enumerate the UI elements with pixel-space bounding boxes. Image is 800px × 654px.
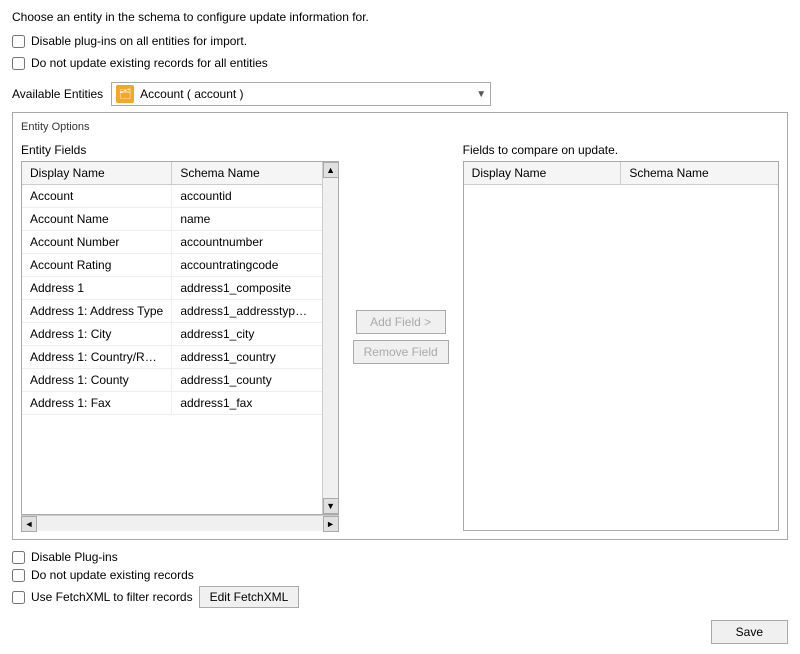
top-description: Choose an entity in the schema to config… <box>12 10 788 24</box>
entity-fields-panel: Entity Fields Display Name Schema Name A… <box>21 143 339 531</box>
schema-name-cell: address1_county <box>172 369 321 391</box>
compare-table-body <box>464 185 778 530</box>
horizontal-scrollbar: ◄ ► <box>21 515 339 531</box>
save-button[interactable]: Save <box>711 620 788 644</box>
schema-name-cell: address1_addresstypecc <box>172 300 321 322</box>
disable-plugins-label: Disable Plug-ins <box>31 550 118 564</box>
display-name-cell: Address 1 <box>22 277 172 299</box>
no-update-label: Do not update existing records <box>31 568 194 582</box>
compare-col1: Display Name <box>464 162 622 184</box>
schema-name-cell: address1_composite <box>172 277 321 299</box>
add-remove-buttons: Add Field > Remove Field <box>347 143 455 531</box>
table-row[interactable]: Account Numberaccountnumber <box>22 231 322 254</box>
no-update-global-label: Do not update existing records for all e… <box>31 56 268 70</box>
fields-compare-panel: Fields to compare on update. Display Nam… <box>463 143 779 531</box>
disable-plugins-global-label: Disable plug-ins on all entities for imp… <box>31 34 247 48</box>
table-row[interactable]: Address 1address1_composite <box>22 277 322 300</box>
entity-fields-header: Display Name Schema Name <box>22 162 322 185</box>
table-row[interactable]: Address 1: Address Typeaddress1_addresst… <box>22 300 322 323</box>
disable-plugins-global-checkbox[interactable] <box>12 35 25 48</box>
entity-fields-col2: Schema Name <box>172 162 321 184</box>
fetchxml-row: Use FetchXML to filter records Edit Fetc… <box>12 586 788 608</box>
disable-plugins-checkbox[interactable] <box>12 551 25 564</box>
display-name-cell: Address 1: Fax <box>22 392 172 414</box>
scroll-left-button[interactable]: ◄ <box>21 516 37 532</box>
entity-fields-rows-area: Display Name Schema Name Accountaccounti… <box>22 162 322 514</box>
display-name-cell: Account Rating <box>22 254 172 276</box>
table-row[interactable]: Address 1: Country/Regionaddress1_countr… <box>22 346 322 369</box>
available-entities-label: Available Entities <box>12 87 103 101</box>
entity-options-label: Entity Options <box>21 121 779 133</box>
entity-fields-title: Entity Fields <box>21 143 339 157</box>
scroll-track <box>323 178 338 498</box>
entity-options-box: Entity Options Entity Fields Display Nam… <box>12 112 788 540</box>
schema-name-cell: address1_country <box>172 346 321 368</box>
schema-name-cell: accountid <box>172 185 321 207</box>
remove-field-button[interactable]: Remove Field <box>353 340 449 364</box>
bottom-options: Disable Plug-ins Do not update existing … <box>12 550 788 608</box>
fields-compare-table: Display Name Schema Name <box>463 161 779 531</box>
display-name-cell: Address 1: Address Type <box>22 300 172 322</box>
schema-name-cell: name <box>172 208 321 230</box>
display-name-cell: Address 1: City <box>22 323 172 345</box>
vertical-scrollbar: ▲ ▼ <box>322 162 338 514</box>
entity-fields-table-wrapper: Display Name Schema Name Accountaccounti… <box>21 161 339 531</box>
scroll-right-button[interactable]: ► <box>323 516 339 532</box>
table-row[interactable]: Account Namename <box>22 208 322 231</box>
fields-compare-header: Display Name Schema Name <box>464 162 778 185</box>
entity-fields-col1: Display Name <box>22 162 172 184</box>
display-name-cell: Account <box>22 185 172 207</box>
available-entities-row: Available Entities 🗂 Account ( account )… <box>12 82 788 106</box>
scroll-up-button[interactable]: ▲ <box>323 162 339 178</box>
disable-plugins-row: Disable Plug-ins <box>12 550 788 564</box>
entity-fields-body: AccountaccountidAccount NamenameAccount … <box>22 185 322 415</box>
schema-name-cell: accountratingcode <box>172 254 321 276</box>
add-field-button[interactable]: Add Field > <box>356 310 446 334</box>
display-name-cell: Address 1: County <box>22 369 172 391</box>
entity-icon: 🗂 <box>116 85 134 103</box>
table-row[interactable]: Address 1: Faxaddress1_fax <box>22 392 322 415</box>
display-name-cell: Address 1: Country/Region <box>22 346 172 368</box>
save-row: Save <box>12 620 788 644</box>
table-row[interactable]: Address 1: Cityaddress1_city <box>22 323 322 346</box>
table-row[interactable]: Account Ratingaccountratingcode <box>22 254 322 277</box>
edit-fetchxml-button[interactable]: Edit FetchXML <box>199 586 300 608</box>
available-entities-dropdown[interactable]: 🗂 Account ( account ) ▼ <box>111 82 491 106</box>
compare-col2: Schema Name <box>621 162 778 184</box>
no-update-row: Do not update existing records <box>12 568 788 582</box>
scroll-down-button[interactable]: ▼ <box>323 498 339 514</box>
schema-name-cell: address1_city <box>172 323 321 345</box>
chevron-down-icon: ▼ <box>476 89 486 100</box>
display-name-cell: Account Number <box>22 231 172 253</box>
fields-compare-title: Fields to compare on update. <box>463 143 779 157</box>
main-container: Choose an entity in the schema to config… <box>0 0 800 654</box>
no-update-checkbox[interactable] <box>12 569 25 582</box>
disable-plugins-global-row: Disable plug-ins on all entities for imp… <box>12 34 788 48</box>
display-name-cell: Account Name <box>22 208 172 230</box>
no-update-global-checkbox[interactable] <box>12 57 25 70</box>
fetchxml-checkbox[interactable] <box>12 591 25 604</box>
entity-dropdown-text: Account ( account ) <box>140 87 476 101</box>
schema-name-cell: address1_fax <box>172 392 321 414</box>
table-row[interactable]: Accountaccountid <box>22 185 322 208</box>
schema-name-cell: accountnumber <box>172 231 321 253</box>
fetchxml-label: Use FetchXML to filter records <box>31 590 193 604</box>
table-row[interactable]: Address 1: Countyaddress1_county <box>22 369 322 392</box>
no-update-global-row: Do not update existing records for all e… <box>12 56 788 70</box>
